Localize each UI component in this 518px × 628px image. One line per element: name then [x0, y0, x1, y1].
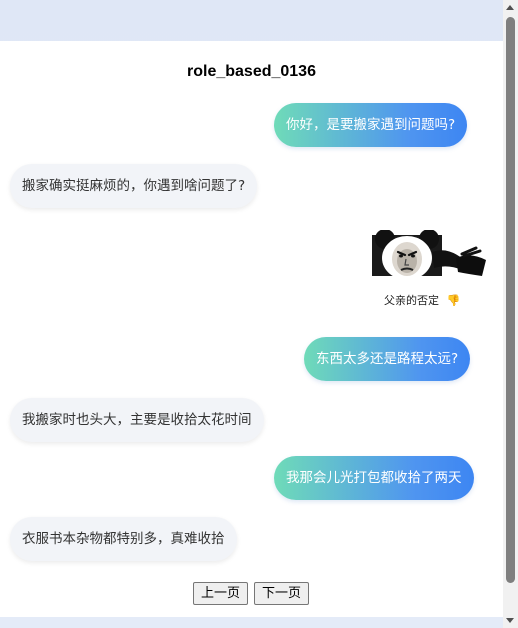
- next-page-button[interactable]: 下一页: [254, 582, 310, 605]
- sticker-caption: 父亲的否定: [384, 294, 439, 307]
- user-message: 东西太多还是路程太远?: [304, 337, 471, 381]
- bot-message: 衣服书本杂物都特别多，真难收拾: [10, 517, 237, 561]
- panda-meme-image: [372, 230, 486, 292]
- thumbs-down-icon: 👎: [446, 294, 461, 307]
- page-title: role_based_0136: [187, 63, 316, 80]
- bot-message: 搬家确实挺麻烦的，你遇到啥问题了?: [10, 164, 258, 208]
- scroll-up-arrow-icon[interactable]: [506, 5, 514, 10]
- scrollbar-thumb[interactable]: [506, 17, 515, 583]
- scroll-down-arrow-icon[interactable]: [506, 618, 514, 623]
- sticker-message: 父亲的否定 👎: [368, 228, 492, 314]
- user-message: 你好，是要搬家遇到问题吗?: [274, 103, 468, 147]
- vertical-scrollbar[interactable]: [503, 0, 518, 628]
- user-message: 我那会儿光打包都收拾了两天: [274, 456, 474, 500]
- chat-panel: role_based_0136 你好，是要搬家遇到问题吗? 搬家确实挺麻烦的，你…: [0, 41, 503, 617]
- bot-message: 我搬家时也头大，主要是收拾太花时间: [10, 398, 264, 442]
- prev-page-button[interactable]: 上一页: [193, 582, 249, 605]
